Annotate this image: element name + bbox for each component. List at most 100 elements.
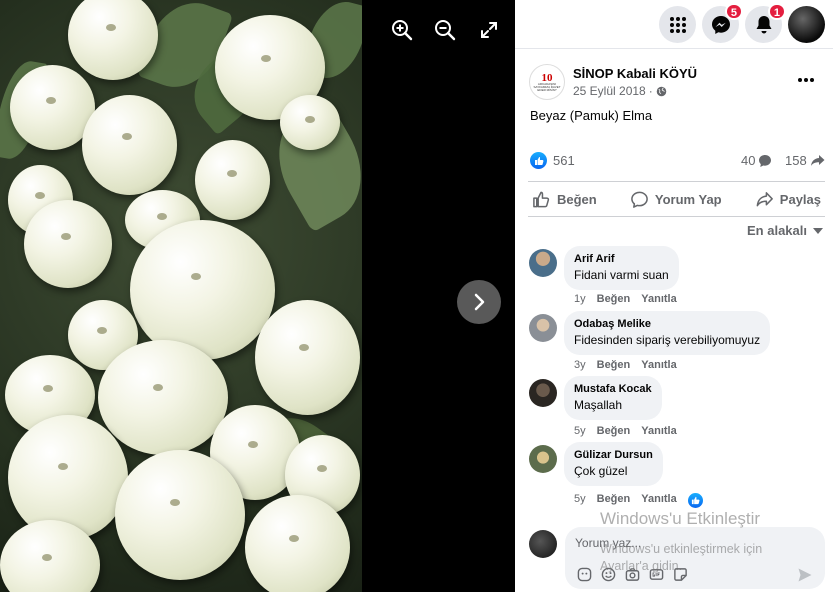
comment-like-link[interactable]: Beğen	[597, 359, 631, 371]
chevron-right-icon	[474, 293, 485, 311]
like-button[interactable]: Beğen	[528, 190, 601, 209]
sticker-icon[interactable]	[673, 567, 688, 582]
commenter-avatar[interactable]	[529, 249, 557, 277]
comment-text: Çok güzel	[574, 464, 628, 478]
more-dots-icon	[798, 78, 814, 82]
photo-viewer	[0, 0, 515, 592]
account-avatar[interactable]	[788, 6, 825, 43]
commenter-avatar[interactable]	[529, 314, 557, 342]
comment-button[interactable]: Yorum Yap	[626, 190, 726, 209]
share-button[interactable]: Paylaş	[751, 190, 825, 209]
shares-count[interactable]: 158	[785, 153, 825, 168]
photo-apple	[280, 95, 340, 150]
post-photo[interactable]	[0, 0, 362, 592]
like-button-label: Beğen	[557, 191, 597, 207]
comment-button-label: Yorum Yap	[654, 191, 722, 207]
comment-like-link[interactable]: Beğen	[597, 425, 631, 437]
commenter-avatar[interactable]	[529, 379, 557, 407]
comment-bubble: Odabaş Melike Fidesinden sipariş verebil…	[564, 311, 771, 355]
comment-author[interactable]: Odabaş Melike	[574, 318, 760, 330]
share-button-label: Paylaş	[779, 191, 821, 207]
comment-author[interactable]: Arif Arif	[574, 253, 669, 265]
comment-sort-label: En alakalı	[747, 223, 807, 238]
top-bar: 5 1	[515, 0, 833, 49]
comment-reply-link[interactable]: Yanıtla	[641, 293, 676, 305]
post-actions: Beğen Yorum Yap Paylaş	[528, 181, 825, 217]
shares-count-number: 158	[785, 153, 807, 168]
caret-down-icon	[813, 227, 823, 234]
comment-author[interactable]: Mustafa Kocak	[574, 383, 652, 395]
comment-like-reaction-icon[interactable]	[687, 493, 703, 508]
menu-button[interactable]	[659, 6, 696, 43]
comment-bubble: Arif Arif Fidani varmi suan	[564, 246, 679, 290]
comment-like-link[interactable]: Beğen	[597, 493, 631, 508]
comment-like-link[interactable]: Beğen	[597, 293, 631, 305]
comment-author[interactable]: Gülizar Dursun	[574, 449, 653, 461]
next-photo-button[interactable]	[457, 280, 501, 324]
post-panel: 10 ARKADAŞINI SAYFAMIZA DAVET EDER MİSİN…	[515, 50, 833, 592]
share-icon	[756, 191, 773, 206]
share-arrow-icon	[810, 155, 825, 166]
avatar-sticker-icon[interactable]	[577, 567, 592, 582]
comment-age[interactable]: 1y	[574, 293, 586, 305]
reactions-count: 561	[553, 153, 575, 168]
photo-apple	[8, 415, 128, 540]
date-separator: ·	[648, 84, 653, 98]
post-date-text[interactable]: 25 Eylül 2018	[573, 84, 646, 98]
comment-reply-link[interactable]: Yanıtla	[641, 425, 676, 437]
photo-apple	[195, 140, 270, 220]
emoji-icon[interactable]	[601, 567, 616, 582]
photo-apple	[24, 200, 112, 288]
camera-icon[interactable]	[625, 567, 640, 582]
comment-bubble: Gülizar Dursun Çok güzel	[564, 442, 663, 486]
composer-tools	[577, 567, 688, 582]
comment-sort-dropdown[interactable]: En alakalı	[747, 223, 823, 238]
comment-icon	[631, 191, 648, 208]
commenter-avatar[interactable]	[529, 445, 557, 473]
photo-apple	[255, 300, 360, 415]
comment-text: Fidesinden sipariş verebiliyomuyuz	[574, 333, 761, 347]
photo-apple	[82, 95, 177, 195]
page-avatar[interactable]: 10 ARKADAŞINI SAYFAMIZA DAVET EDER MİSİN…	[529, 64, 565, 100]
comments-count-number: 40	[741, 153, 756, 168]
photo-apple	[115, 450, 245, 580]
gif-icon[interactable]	[649, 567, 664, 582]
like-reaction-icon	[530, 152, 547, 169]
photo-apple	[245, 495, 350, 592]
current-user-avatar[interactable]	[529, 530, 557, 558]
zoom-in-icon[interactable]	[390, 18, 414, 42]
thumbs-up-icon	[533, 191, 550, 207]
comment-meta: 1y Beğen Yanıtla	[574, 293, 677, 305]
comment-text: Fidani varmi suan	[574, 268, 669, 282]
messenger-button[interactable]: 5	[702, 3, 743, 43]
comment-reply-link[interactable]: Yanıtla	[641, 359, 676, 371]
comment-composer	[565, 527, 825, 589]
comment-input[interactable]	[575, 536, 805, 550]
comment-text: Maşallah	[574, 398, 623, 412]
send-icon[interactable]	[797, 567, 813, 583]
comment-age[interactable]: 3y	[574, 359, 586, 371]
comment-meta: 3y Beğen Yanıtla	[574, 359, 677, 371]
fullscreen-icon[interactable]	[477, 18, 501, 42]
comment-age[interactable]: 5y	[574, 493, 586, 508]
globe-icon	[656, 86, 667, 96]
zoom-out-icon[interactable]	[433, 18, 457, 42]
grid-menu-icon	[669, 16, 686, 33]
comment-meta: 5y Beğen Yanıtla	[574, 425, 677, 437]
comment-bubble-icon	[759, 154, 772, 167]
comment-bubble: Mustafa Kocak Maşallah	[564, 376, 662, 420]
comment-age[interactable]: 5y	[574, 425, 586, 437]
page-avatar-number: 10	[541, 71, 553, 84]
more-options-button[interactable]	[797, 70, 817, 90]
page-name[interactable]: SİNOP Kabali KÖYÜ	[573, 66, 697, 81]
reactions-summary[interactable]: 561	[530, 152, 575, 169]
post-text: Beyaz (Pamuk) Elma	[530, 108, 653, 123]
comment-reply-link[interactable]: Yanıtla	[641, 493, 676, 508]
notifications-badge: 1	[767, 3, 786, 20]
post-date: 25 Eylül 2018 ·	[573, 84, 667, 98]
photo-apple	[130, 220, 275, 360]
photo-apple	[98, 340, 228, 455]
comments-count[interactable]: 40	[741, 153, 772, 168]
notifications-button[interactable]: 1	[745, 3, 786, 43]
messenger-badge: 5	[724, 3, 743, 20]
